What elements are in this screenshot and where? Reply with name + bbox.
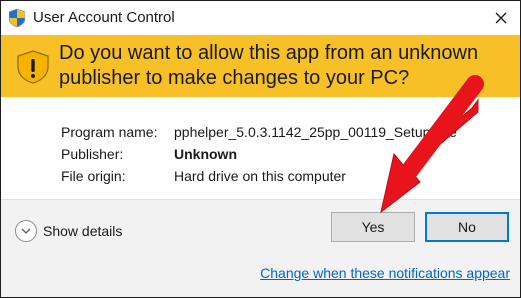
expand-circle[interactable] [15,220,37,242]
chevron-down-icon [21,228,31,234]
file-origin-label: File origin: [61,168,126,184]
window-title: User Account Control [33,9,175,26]
consent-question: Do you want to allow this app from an un… [59,42,479,89]
show-details-label[interactable]: Show details [43,223,122,239]
close-icon [495,12,507,24]
change-notifications-link[interactable]: Change when these notifications appear [260,265,510,281]
publisher-value: Unknown [174,146,237,162]
file-origin-value: Hard drive on this computer [174,168,346,184]
uac-shield-icon [9,9,25,27]
yes-button[interactable]: Yes [331,212,415,242]
title-bar: User Account Control [1,1,520,35]
close-button[interactable] [487,4,515,32]
program-name-value: pphelper_5.0.3.1142_25pp_00119_Setup.exe [174,124,457,140]
program-name-label: Program name: [61,124,158,140]
warning-shield-icon [17,50,49,84]
warning-banner: Do you want to allow this app from an un… [1,35,520,97]
uac-dialog: User Account Control Do you want to allo… [0,0,521,298]
dialog-footer: Show details Yes No Change when these no… [1,199,520,297]
program-info: Program name: pphelper_5.0.3.1142_25pp_0… [1,97,520,199]
publisher-label: Publisher: [61,146,124,162]
program-name-clip: pphelper_5.0.3.1142_25pp_00119_Setup.exe [174,124,498,146]
no-button[interactable]: No [425,212,509,242]
